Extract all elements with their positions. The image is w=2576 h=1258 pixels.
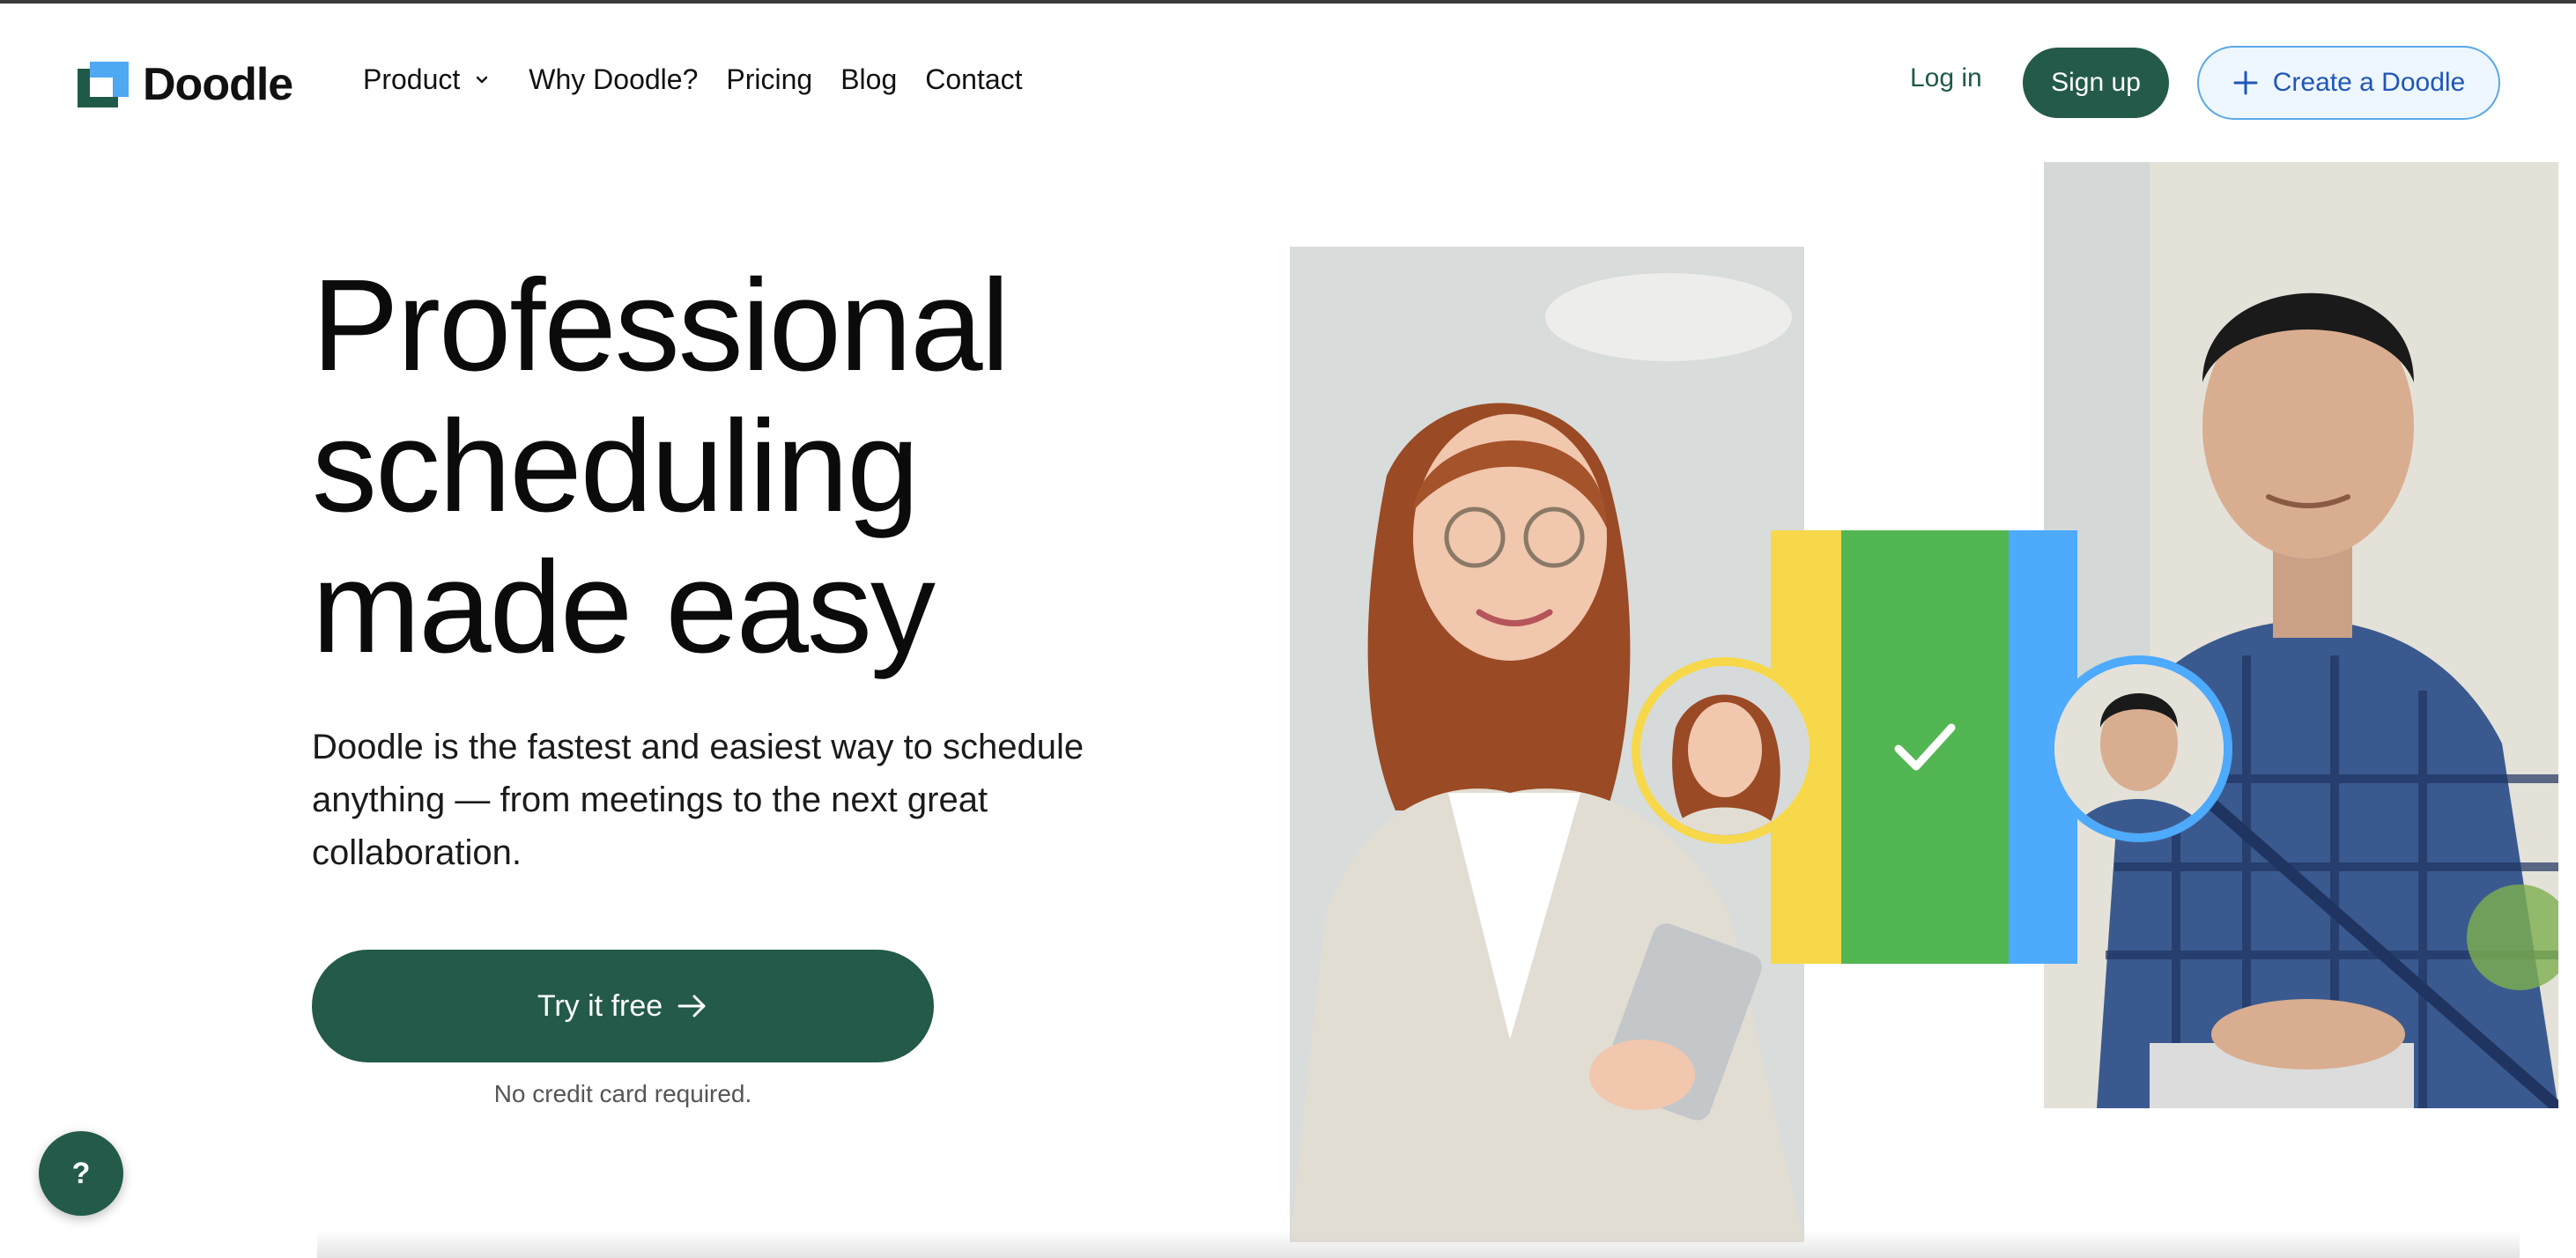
browser-top-border	[0, 0, 2576, 4]
nav-why-doodle[interactable]: Why Doodle?	[529, 63, 698, 96]
man-avatar	[2046, 655, 2232, 842]
check-icon	[1894, 723, 1956, 771]
man-photo	[2044, 162, 2558, 1108]
woman-avatar-image	[1640, 666, 1810, 835]
green-stripe	[1841, 530, 2009, 964]
try-it-free-button[interactable]: Try it free	[312, 950, 934, 1062]
create-doodle-label: Create a Doodle	[2272, 68, 2466, 97]
man-illustration	[2044, 162, 2558, 1108]
headline-line-2: scheduling	[312, 394, 920, 539]
nav-product-label: Product	[363, 63, 461, 95]
nav-product[interactable]: Product	[363, 63, 490, 96]
no-credit-card-note: No credit card required.	[493, 1080, 752, 1107]
hero-headline: Professional scheduling made easy	[312, 255, 1281, 678]
help-button[interactable]: ?	[39, 1131, 123, 1216]
headline-line-3: made easy	[312, 535, 936, 680]
try-it-free-label: Try it free	[537, 988, 663, 1023]
nav-pricing[interactable]: Pricing	[726, 63, 812, 96]
doodle-logo-icon	[78, 62, 129, 107]
man-avatar-image	[2054, 664, 2224, 833]
login-link[interactable]: Log in	[1910, 63, 1982, 93]
chevron-down-icon	[477, 76, 488, 83]
woman-avatar	[1632, 657, 1818, 844]
logo-text: Doodle	[143, 59, 293, 110]
hero-subtext: Doodle is the fastest and easiest way to…	[312, 728, 1084, 872]
create-doodle-button[interactable]: Create a Doodle	[2197, 46, 2500, 120]
nav-blog[interactable]: Blog	[840, 63, 897, 96]
plus-icon	[2233, 70, 2258, 95]
section-divider-shadow	[317, 1230, 2520, 1258]
signup-button[interactable]: Sign up	[2023, 48, 2169, 118]
arrow-right-icon	[677, 995, 706, 1018]
doodle-logo[interactable]: Doodle	[78, 58, 293, 111]
nav-contact[interactable]: Contact	[925, 63, 1022, 96]
main-nav: Product Why Doodle? Pricing Blog Contact	[363, 63, 1051, 96]
headline-line-1: Professional	[312, 253, 1010, 398]
